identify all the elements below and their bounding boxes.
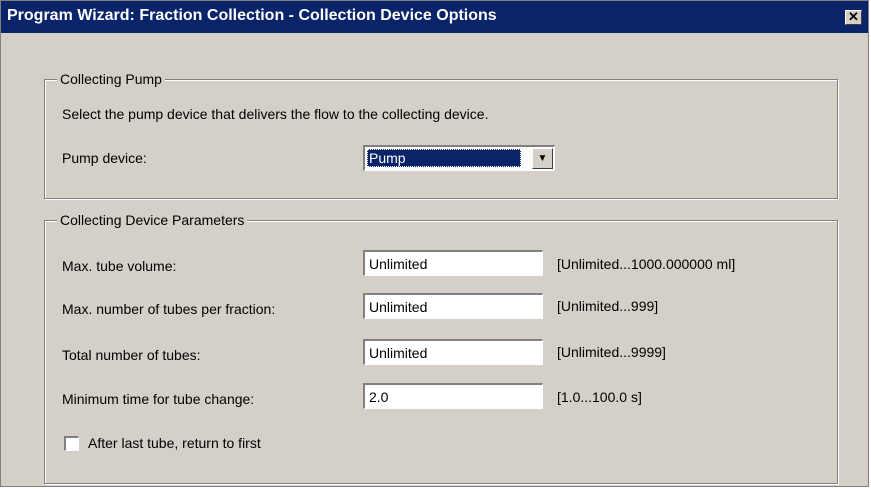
wizard-window: Program Wizard: Fraction Collection - Co… bbox=[0, 0, 869, 487]
pump-instruction-text: Select the pump device that delivers the… bbox=[62, 106, 489, 122]
close-button[interactable]: ✕ bbox=[845, 10, 862, 25]
return-to-first-label[interactable]: After last tube, return to first bbox=[88, 435, 261, 451]
min-tube-change-time-input[interactable] bbox=[363, 383, 543, 409]
max-tubes-per-fraction-input[interactable] bbox=[363, 293, 543, 319]
return-to-first-checkbox[interactable] bbox=[64, 436, 79, 451]
max-tube-volume-range: [Unlimited...1000.000000 ml] bbox=[557, 256, 736, 272]
close-icon: ✕ bbox=[848, 9, 859, 24]
pump-device-label: Pump device: bbox=[62, 150, 147, 166]
total-tubes-input[interactable] bbox=[363, 339, 543, 365]
window-title: Program Wizard: Fraction Collection - Co… bbox=[7, 7, 497, 24]
total-tubes-range: [Unlimited...9999] bbox=[557, 344, 666, 360]
total-tubes-label: Total number of tubes: bbox=[62, 347, 201, 363]
pump-device-selected-value: Pump bbox=[367, 149, 521, 167]
max-tubes-per-fraction-range: [Unlimited...999] bbox=[557, 298, 659, 314]
max-tube-volume-label: Max. tube volume: bbox=[62, 258, 177, 274]
title-bar[interactable]: Program Wizard: Fraction Collection - Co… bbox=[1, 1, 868, 33]
collecting-device-group: Collecting Device Parameters Max. tube v… bbox=[44, 212, 838, 484]
collecting-pump-group: Collecting Pump Select the pump device t… bbox=[44, 71, 838, 199]
max-tube-volume-input[interactable] bbox=[363, 250, 543, 276]
collecting-pump-legend: Collecting Pump bbox=[57, 71, 165, 87]
min-tube-change-time-range: [1.0...100.0 s] bbox=[557, 389, 642, 405]
chevron-down-icon: ▼ bbox=[537, 153, 548, 164]
pump-device-select[interactable]: Pump ▼ bbox=[363, 145, 555, 171]
collecting-device-legend: Collecting Device Parameters bbox=[57, 212, 248, 228]
max-tubes-per-fraction-label: Max. number of tubes per fraction: bbox=[62, 301, 276, 317]
pump-device-dropdown-button[interactable]: ▼ bbox=[532, 148, 553, 169]
min-tube-change-time-label: Minimum time for tube change: bbox=[62, 391, 255, 407]
